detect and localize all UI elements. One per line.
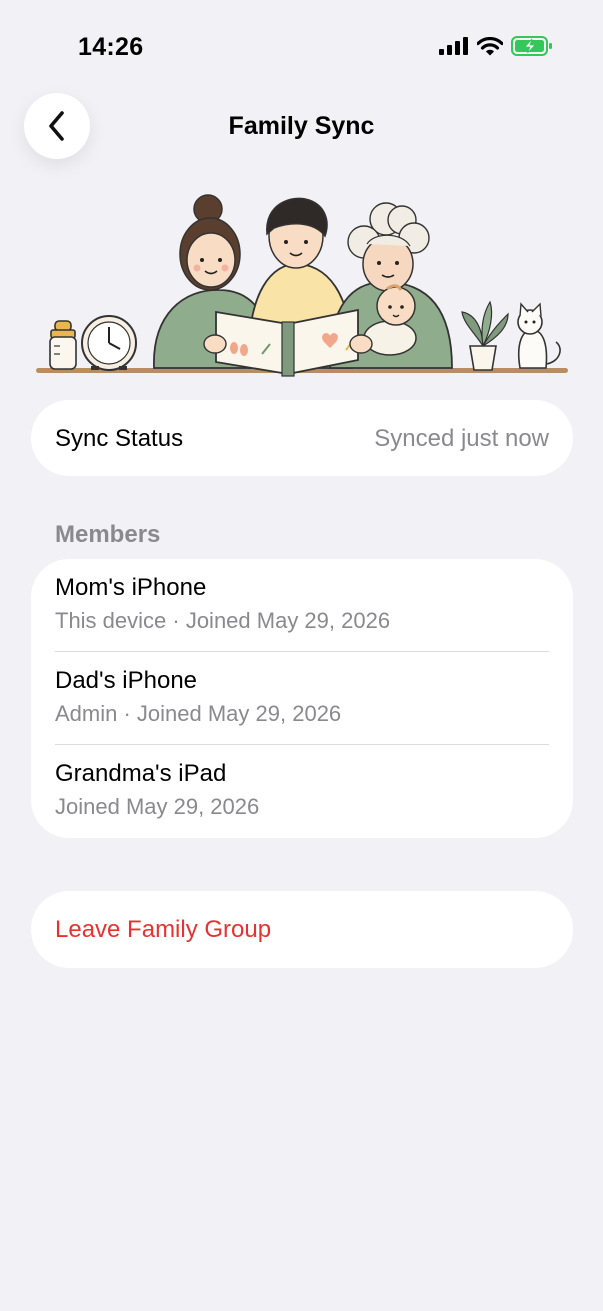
member-detail: Admin · Joined May 29, 2026 (55, 701, 342, 726)
member-name: Mom's iPhone (55, 574, 207, 601)
status-time: 14:26 (78, 33, 144, 61)
status-bar: 14:26 (0, 0, 603, 96)
member-name: Grandma's iPad (55, 760, 227, 787)
sync-status-label: Sync Status (55, 425, 184, 452)
members-section-header: Members (55, 521, 161, 548)
battery-charging-icon (511, 36, 552, 56)
member-detail: This device · Joined May 29, 2026 (55, 608, 391, 633)
sync-status-card: Sync Status Synced just now (31, 400, 573, 476)
member-name: Dad's iPhone (55, 667, 198, 694)
leave-family-group-button[interactable]: Leave Family Group (31, 891, 573, 968)
plant-icon (461, 300, 509, 371)
sync-status-value: Synced just now (374, 425, 549, 452)
signal-icon (439, 37, 468, 55)
baby-bottle-icon (49, 320, 77, 370)
member-row-grandmas-ipad[interactable]: Grandma's iPad Joined May 29, 2026 (31, 745, 573, 838)
status-icons (439, 36, 553, 56)
members-list: Mom's iPhone This device · Joined May 29… (31, 559, 573, 838)
page-title: Family Sync (228, 112, 375, 140)
wifi-icon (477, 36, 503, 55)
clock-icon (81, 315, 137, 371)
leave-family-group-label: Leave Family Group (55, 916, 272, 943)
member-row-dads-iphone[interactable]: Dad's iPhone Admin · Joined May 29, 2026 (31, 652, 573, 745)
cat-icon (517, 302, 561, 369)
member-detail: Joined May 29, 2026 (55, 794, 260, 819)
family-illustration (36, 194, 568, 377)
member-row-moms-iphone[interactable]: Mom's iPhone This device · Joined May 29… (31, 559, 573, 652)
